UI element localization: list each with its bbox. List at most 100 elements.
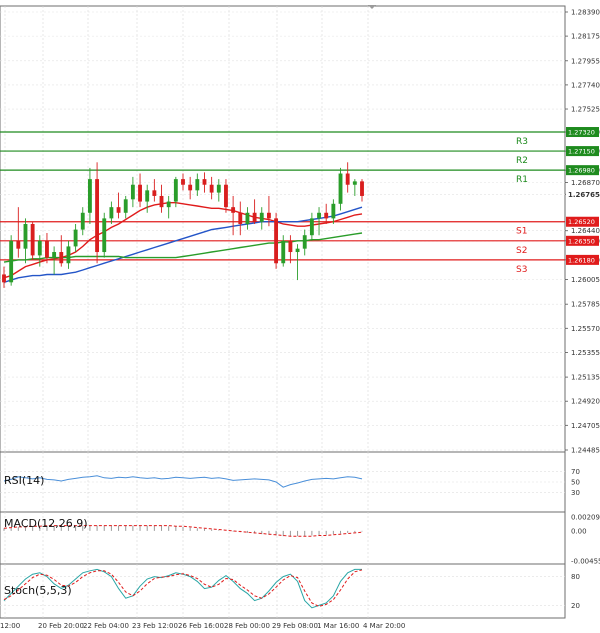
candle-body bbox=[238, 212, 243, 224]
stoch-title: Stoch(5,5,3) bbox=[4, 584, 72, 597]
candle-body bbox=[59, 252, 64, 264]
y-tick-label: 1.25355 bbox=[571, 349, 600, 357]
candle-body bbox=[302, 235, 307, 249]
candle-body bbox=[195, 179, 200, 191]
candle-body bbox=[216, 184, 221, 193]
candle-body bbox=[87, 179, 92, 213]
y-tick-label: 1.27525 bbox=[571, 106, 600, 114]
x-tick-label: 23 Feb 12:00 bbox=[132, 622, 178, 630]
candle-body bbox=[309, 218, 314, 236]
candle-body bbox=[181, 179, 185, 185]
candle-body bbox=[345, 173, 350, 185]
y-tick-label: 1.24705 bbox=[571, 422, 600, 430]
y-tick-label: 1.28390 bbox=[571, 9, 600, 17]
macd-title: MACD(12,26,9) bbox=[4, 517, 88, 530]
candle-body bbox=[37, 240, 42, 256]
candle-body bbox=[123, 199, 128, 213]
level-tag-text-s1: 1.26520 bbox=[568, 218, 595, 226]
x-tick-label: 26 Feb 16:00 bbox=[178, 622, 224, 630]
candle-body bbox=[30, 223, 35, 256]
macd-tick-label: 0.00 bbox=[571, 527, 587, 535]
level-label-r1: R1 bbox=[516, 175, 528, 185]
y-tick-label: 1.24485 bbox=[571, 447, 600, 455]
y-tick-label: 1.24920 bbox=[571, 398, 600, 406]
candle-body bbox=[9, 240, 14, 283]
rsi-tick-label: 30 bbox=[571, 489, 580, 497]
candle-body bbox=[317, 212, 321, 219]
candle-body bbox=[166, 201, 171, 208]
candle-body bbox=[73, 229, 78, 247]
macd-tick-label: 0.002097 bbox=[571, 514, 600, 522]
level-label-r2: R2 bbox=[516, 156, 528, 166]
candle-body bbox=[45, 240, 49, 258]
y-tick-label: 1.25135 bbox=[571, 374, 600, 382]
level-label-s3: S3 bbox=[516, 265, 527, 275]
level-label-r3: R3 bbox=[516, 137, 528, 147]
x-tick-label: 22 Feb 04:00 bbox=[83, 622, 129, 630]
stoch-tick-label: 80 bbox=[571, 573, 580, 581]
x-tick-label: 1 Mar 16:00 bbox=[317, 622, 359, 630]
candle-body bbox=[109, 207, 114, 219]
candle-body bbox=[138, 184, 142, 202]
x-tick-label: 20 Feb 20:00 bbox=[38, 622, 84, 630]
candle-body bbox=[338, 173, 343, 204]
candle-body bbox=[145, 190, 150, 202]
candle-body bbox=[231, 207, 236, 213]
candle-body bbox=[252, 212, 257, 222]
level-label-s1: S1 bbox=[516, 227, 527, 237]
candle-body bbox=[52, 252, 57, 258]
candle-body bbox=[116, 207, 121, 213]
candle-body bbox=[80, 212, 85, 230]
y-tick-label: 1.27955 bbox=[571, 57, 600, 65]
candle-body bbox=[209, 184, 214, 193]
rsi-tick-label: 70 bbox=[571, 468, 580, 476]
pane-frame-price bbox=[0, 5, 566, 453]
candle-body bbox=[266, 212, 271, 219]
candle-body bbox=[152, 190, 157, 196]
candle-body bbox=[130, 184, 135, 200]
candle-body bbox=[274, 218, 279, 264]
candle-body bbox=[259, 212, 264, 222]
candle-body bbox=[202, 179, 207, 185]
y-tick-label: 1.28175 bbox=[571, 33, 600, 41]
candle-body bbox=[360, 181, 364, 196]
level-label-s2: S2 bbox=[516, 246, 527, 256]
candle-body bbox=[173, 179, 178, 202]
rsi-title: RSI(14) bbox=[4, 474, 44, 487]
candle-body bbox=[159, 195, 164, 208]
candle-body bbox=[66, 246, 71, 264]
rsi-tick-label: 50 bbox=[571, 479, 580, 487]
level-tag-text-r3: 1.27320 bbox=[568, 129, 595, 137]
candle-body bbox=[245, 212, 250, 224]
candle-body bbox=[16, 240, 21, 249]
y-tick-label: 1.25785 bbox=[571, 301, 600, 309]
candle-body bbox=[331, 203, 336, 219]
stoch-tick-label: 20 bbox=[571, 602, 580, 610]
price-chart: 1.28390 1.28175 1.27955 1.27740 1.27525 1.273… bbox=[0, 5, 600, 630]
level-tag-text-r2: 1.27150 bbox=[568, 148, 595, 156]
candle-body bbox=[102, 218, 107, 253]
y-tick-label: 1.26440 bbox=[571, 227, 600, 235]
candle-body bbox=[188, 184, 193, 191]
candle-body bbox=[288, 240, 293, 253]
candle-body bbox=[23, 223, 28, 249]
candle-body bbox=[281, 240, 286, 264]
y-tick-label: 1.25570 bbox=[571, 325, 600, 333]
y-tick-label: 1.26870 bbox=[571, 179, 600, 187]
candle-body bbox=[224, 184, 228, 208]
last-price-text: 1.26765 bbox=[568, 191, 600, 199]
x-tick-label: 28 Feb 00:00 bbox=[224, 622, 270, 630]
x-tick-label: 29 Feb 08:00 bbox=[272, 622, 318, 630]
candle-body bbox=[2, 274, 6, 283]
x-tick-label: 4 Mar 20:00 bbox=[363, 622, 405, 630]
x-tick-label: 12:00 bbox=[0, 622, 20, 630]
level-tag-text-s2: 1.26350 bbox=[568, 237, 595, 245]
macd-tick-label: -0.004555 bbox=[571, 558, 600, 566]
y-tick-label: 1.26005 bbox=[571, 276, 600, 284]
candle-body bbox=[324, 212, 329, 219]
level-tag-text-s3: 1.26180 bbox=[568, 256, 595, 264]
y-tick-label: 1.27740 bbox=[571, 81, 600, 89]
candle-body bbox=[352, 181, 357, 185]
candle-body bbox=[295, 248, 300, 253]
candle-body bbox=[95, 179, 100, 253]
